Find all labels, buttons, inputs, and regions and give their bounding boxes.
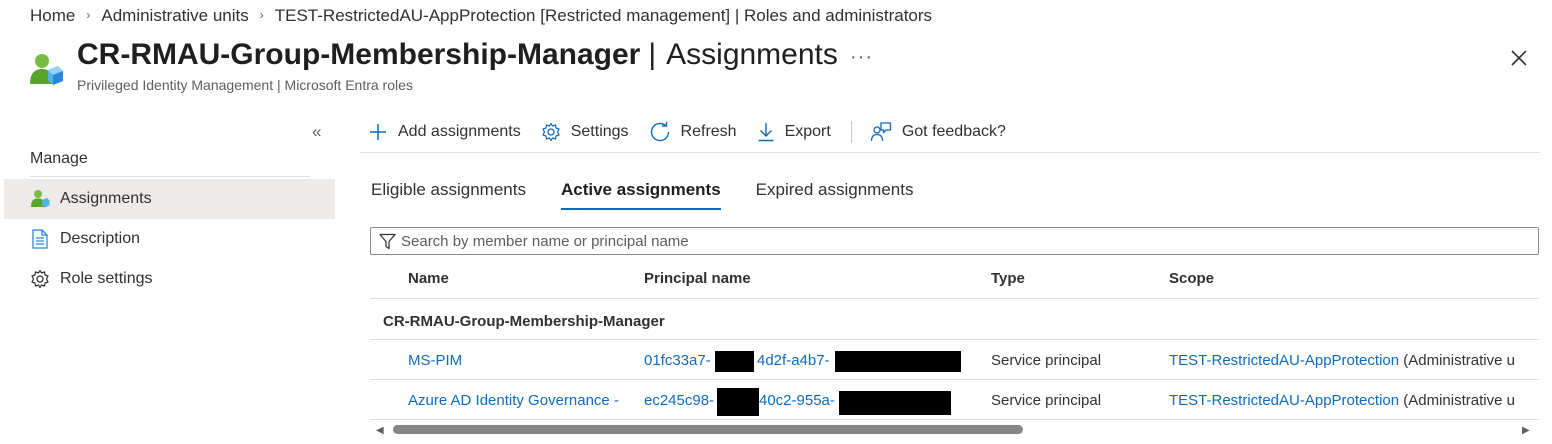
- feedback-button[interactable]: Got feedback?: [870, 121, 1006, 143]
- tab-eligible-assignments[interactable]: Eligible assignments: [371, 180, 526, 208]
- settings-label: Settings: [570, 123, 629, 140]
- column-header-name[interactable]: Name: [408, 270, 449, 287]
- search-input[interactable]: [401, 232, 1501, 250]
- add-assignments-button[interactable]: Add assignments: [368, 122, 521, 142]
- more-options-button[interactable]: ···: [850, 46, 873, 69]
- breadcrumb: Home › Administrative units › TEST-Restr…: [30, 6, 932, 26]
- divider: [370, 419, 1539, 420]
- add-assignments-label: Add assignments: [398, 123, 521, 140]
- sidebar-item-label: Description: [60, 230, 141, 247]
- member-type: Service principal: [991, 352, 1102, 369]
- sidebar-item-label: Assignments: [60, 190, 152, 207]
- column-header-scope[interactable]: Scope: [1169, 270, 1214, 287]
- tab-active-assignments[interactable]: Active assignments: [560, 180, 721, 210]
- scroll-left-arrow-icon[interactable]: ◀: [376, 425, 384, 436]
- chevron-right-icon: ›: [259, 8, 264, 22]
- page-name: Assignments: [666, 38, 838, 71]
- sidebar-item-assignments[interactable]: Assignments: [4, 179, 335, 219]
- chevron-right-icon: ›: [86, 8, 91, 22]
- scope-cell: TEST-RestrictedAU-AppProtection (Adminis…: [1169, 352, 1538, 369]
- sidebar-section-title: Manage: [30, 150, 88, 167]
- member-name-link[interactable]: MS-PIM: [408, 352, 462, 369]
- toolbar-divider: [850, 121, 852, 143]
- refresh-icon: [650, 121, 669, 142]
- redaction-block: [715, 351, 754, 372]
- sidebar-item-description[interactable]: Description: [4, 219, 335, 259]
- export-button[interactable]: Export: [757, 122, 831, 142]
- horizontal-scrollbar-thumb[interactable]: [393, 425, 1023, 434]
- gear-icon: [30, 269, 50, 289]
- page-subtitle: Privileged Identity Management | Microso…: [77, 77, 413, 93]
- principal-name-link[interactable]: ec245c98-: [644, 392, 714, 409]
- column-header-type[interactable]: Type: [991, 270, 1025, 287]
- page-title: CR-RMAU-Group-Membership-Manager | Assig…: [77, 38, 838, 72]
- sidebar-item-role-settings[interactable]: Role settings: [4, 259, 335, 299]
- assignment-tabs: Eligible assignments Active assignments …: [371, 180, 948, 210]
- sidebar-item-label: Role settings: [60, 270, 153, 287]
- scope-cell: TEST-RestrictedAU-AppProtection (Adminis…: [1169, 392, 1538, 409]
- group-header: CR-RMAU-Group-Membership-Manager: [383, 313, 665, 330]
- plus-icon: [370, 124, 386, 140]
- divider: [370, 339, 1539, 340]
- feedback-label: Got feedback?: [901, 123, 1006, 140]
- search-box: [370, 227, 1539, 255]
- scope-link[interactable]: TEST-RestrictedAU-AppProtection: [1169, 352, 1399, 369]
- scope-suffix: (Administrative u: [1399, 392, 1515, 409]
- divider: [370, 379, 1539, 380]
- gear-icon: [542, 122, 560, 142]
- close-icon[interactable]: [1508, 47, 1530, 69]
- export-label: Export: [784, 123, 831, 140]
- role-name: CR-RMAU-Group-Membership-Manager: [77, 38, 641, 71]
- divider: [360, 152, 1540, 153]
- member-type: Service principal: [991, 392, 1102, 409]
- redaction-block: [839, 391, 951, 415]
- refresh-button[interactable]: Refresh: [649, 121, 737, 143]
- principal-name-link[interactable]: 4d2f-a4b7-: [757, 352, 830, 369]
- feedback-icon: [870, 122, 891, 142]
- divider: [30, 176, 310, 177]
- redaction-block: [717, 388, 759, 416]
- scope-suffix: (Administrative u: [1399, 352, 1515, 369]
- principal-name-link[interactable]: 01fc33a7-: [644, 352, 711, 369]
- tab-expired-assignments[interactable]: Expired assignments: [756, 180, 914, 208]
- command-bar: Add assignments Settings Refresh Export …: [368, 117, 1026, 147]
- scope-link[interactable]: TEST-RestrictedAU-AppProtection: [1169, 392, 1399, 409]
- role-user-icon: [28, 52, 64, 86]
- settings-button[interactable]: Settings: [541, 122, 629, 142]
- collapse-sidebar-button[interactable]: «: [312, 122, 321, 142]
- breadcrumb-home[interactable]: Home: [30, 6, 75, 26]
- assignments-icon: [30, 189, 50, 209]
- breadcrumb-au-roles[interactable]: TEST-RestrictedAU-AppProtection [Restric…: [275, 6, 932, 26]
- divider: [370, 298, 1539, 299]
- column-header-principal-name[interactable]: Principal name: [644, 270, 751, 287]
- breadcrumb-administrative-units[interactable]: Administrative units: [101, 6, 248, 26]
- download-icon: [758, 123, 774, 142]
- principal-name-link[interactable]: 40c2-955a-: [759, 392, 835, 409]
- description-icon: [30, 229, 50, 249]
- member-name-link[interactable]: Azure AD Identity Governance -: [408, 392, 633, 409]
- title-separator: |: [648, 38, 657, 71]
- refresh-label: Refresh: [680, 123, 737, 140]
- scroll-right-arrow-icon[interactable]: ▶: [1522, 425, 1530, 436]
- filter-icon: [379, 233, 396, 249]
- redaction-block: [835, 351, 961, 372]
